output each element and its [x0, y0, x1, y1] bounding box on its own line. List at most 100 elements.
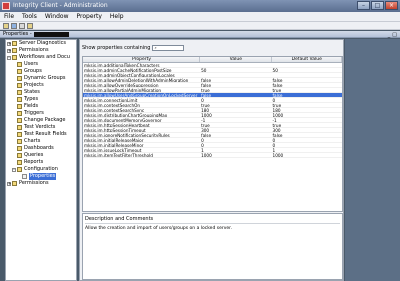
- table-row[interactable]: mksis.im.itemTextFilterThreshold 1000 1000: [83, 153, 342, 158]
- properties-panel: Show properties containing ⌕ Property Va…: [79, 39, 344, 281]
- value-cell: 1000: [201, 153, 212, 157]
- value-cell: 180: [201, 108, 210, 112]
- tree-item[interactable]: Triggers: [6, 110, 76, 117]
- property-cell: mksis.im.adminObjectConfigurationLocales: [84, 73, 175, 77]
- edit-icon[interactable]: [11, 22, 17, 29]
- folder-icon: [17, 76, 22, 81]
- default-value-cell: false: [272, 78, 283, 82]
- value-cell: true: [201, 123, 210, 127]
- tree-item[interactable]: Groups: [6, 68, 76, 75]
- default-value-cell: -1: [272, 118, 277, 122]
- tree-item[interactable]: Dynamic Groups: [6, 75, 76, 82]
- column-header-default-value[interactable]: Default Value: [272, 57, 342, 62]
- search-icon: ⌕: [154, 45, 157, 50]
- toolbar: [0, 22, 400, 30]
- property-cell: mksis.im.itemTextFilterThreshold: [84, 153, 153, 157]
- tree-item[interactable]: - Workflows and Docu: [6, 54, 76, 61]
- expander-icon[interactable]: +: [7, 41, 11, 46]
- folder-icon: [17, 167, 22, 172]
- menu-property[interactable]: Property: [77, 13, 102, 20]
- expander-icon[interactable]: +: [7, 181, 11, 186]
- tree-item[interactable]: Change Package: [6, 117, 76, 124]
- tree-item-label: Projects: [24, 82, 44, 88]
- tree-item-label: Server Diagnostics: [19, 40, 66, 46]
- app-icon: [2, 2, 10, 10]
- value-cell: [200, 63, 271, 67]
- tree-item-label: Configuration: [24, 166, 58, 172]
- tree-item-label: Permissions: [19, 47, 49, 53]
- folder-icon: [12, 55, 17, 60]
- property-cell: mksis.im.httpSessionTimeout: [84, 128, 146, 132]
- property-cell: mksis.im.additionalTokenCharacters: [84, 63, 160, 67]
- default-value-cell: 0: [272, 138, 276, 142]
- tree-item[interactable]: + Permissions: [6, 47, 76, 54]
- menu-window[interactable]: Window: [45, 13, 69, 20]
- panel-controls: _ □: [388, 32, 397, 38]
- tree-item[interactable]: Users: [6, 61, 76, 68]
- value-cell: 300: [201, 128, 210, 132]
- folder-icon: [17, 104, 22, 109]
- tree-item[interactable]: Types: [6, 96, 76, 103]
- tree-item-label: Users: [24, 61, 39, 67]
- expander-icon[interactable]: -: [12, 167, 16, 172]
- menu-file[interactable]: File: [4, 13, 14, 20]
- property-cell: mksis.im.allowAdminDeletionWithAdminMigr…: [84, 78, 189, 82]
- tree-item[interactable]: States: [6, 89, 76, 96]
- panel-minimize-icon[interactable]: _: [388, 32, 391, 38]
- folder-icon: [17, 90, 22, 95]
- tree-item-label: Test Result Fields: [24, 131, 67, 137]
- minimize-button[interactable]: –: [357, 1, 370, 10]
- expander-icon[interactable]: -: [7, 55, 11, 60]
- tree-item[interactable]: Projects: [6, 82, 76, 89]
- value-cell: 1: [201, 148, 204, 152]
- filter-input[interactable]: ⌕: [152, 45, 185, 51]
- open-icon[interactable]: [3, 22, 9, 29]
- tree-item[interactable]: + Permissions: [6, 180, 76, 187]
- folder-icon: [12, 41, 17, 46]
- folder-icon: [17, 132, 22, 137]
- tree-item[interactable]: + Server Diagnostics: [6, 40, 76, 47]
- tree-item-label: Groups: [24, 68, 42, 74]
- tree-item[interactable]: Properties: [6, 173, 76, 180]
- tree-item-label: States: [24, 89, 40, 95]
- column-header-value[interactable]: Value: [200, 57, 272, 62]
- default-value-cell: true: [272, 103, 282, 107]
- tree-item[interactable]: Reports: [6, 159, 76, 166]
- column-header-property[interactable]: Property: [83, 57, 201, 62]
- folder-icon: [12, 48, 17, 53]
- tree-item[interactable]: - Configuration: [6, 166, 76, 173]
- property-cell: mksis.im.distributionChartGroupingMax: [84, 113, 168, 117]
- default-value-cell: true: [272, 88, 282, 92]
- default-value-cell: 180: [272, 108, 281, 112]
- value-cell: 0: [201, 98, 204, 102]
- folder-icon: [17, 125, 22, 130]
- tree-item[interactable]: Dashboards: [6, 145, 76, 152]
- menu-bar: File Tools Window Property Help: [0, 12, 400, 22]
- value-cell: true: [201, 88, 210, 92]
- panel-maximize-icon[interactable]: □: [392, 32, 397, 38]
- refresh-icon[interactable]: [19, 22, 25, 29]
- close-button[interactable]: ×: [385, 1, 398, 10]
- filter-icon[interactable]: [27, 22, 33, 29]
- value-cell: false: [201, 93, 212, 97]
- tree-item[interactable]: Test Verdicts: [6, 124, 76, 131]
- menu-tools[interactable]: Tools: [22, 13, 37, 20]
- tree-item[interactable]: Fields: [6, 103, 76, 110]
- document-icon: [22, 174, 27, 179]
- property-cell: mksis.im.httpSessionHeartbeat: [84, 123, 150, 127]
- tree-item[interactable]: Queries: [6, 152, 76, 159]
- property-cell: mksis.im.connectionLimit: [84, 98, 138, 102]
- menu-help[interactable]: Help: [110, 13, 124, 20]
- expander-icon[interactable]: +: [7, 48, 11, 53]
- tree-item-label: Permissions: [19, 180, 49, 186]
- default-value-cell: 50: [272, 68, 278, 72]
- tree-item[interactable]: Test Result Fields: [6, 131, 76, 138]
- tree-item[interactable]: Charts: [6, 138, 76, 145]
- panel-header: Properties - _ □: [0, 31, 400, 38]
- navigation-tree[interactable]: + Server Diagnostics + Permissions - Workflow…: [5, 39, 77, 281]
- maximize-button[interactable]: □: [371, 1, 384, 10]
